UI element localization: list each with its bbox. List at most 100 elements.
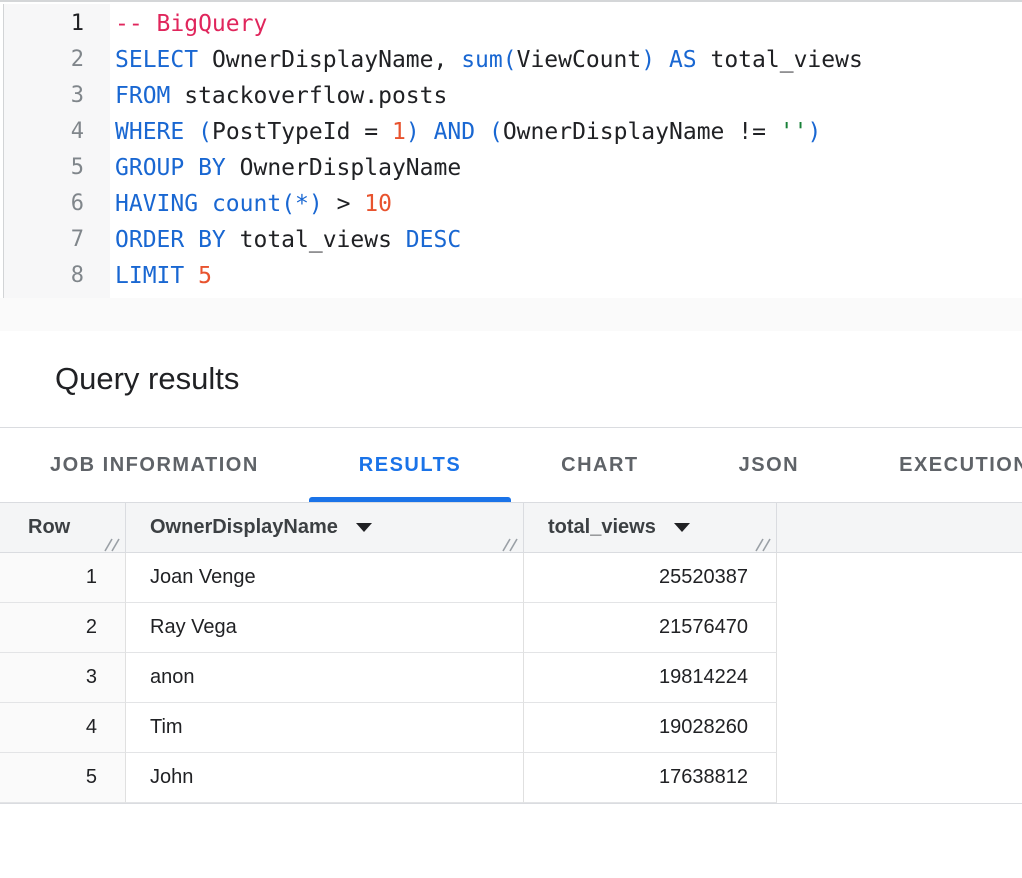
line-number: 2 [0,42,110,78]
row-filler-cell [777,553,1022,603]
line-number: 8 [0,258,110,294]
code-line: 2SELECT OwnerDisplayName, sum(ViewCount)… [0,42,1022,78]
sql-token-pl: ViewCount [517,47,642,73]
cell-ownerdisplayname: John [126,753,524,803]
table-bottom-border [0,803,1022,804]
results-table-header: Row OwnerDisplayName total_views [0,502,1022,553]
table-row: 5John17638812 [0,753,1022,803]
row-filler-cell [777,703,1022,753]
cell-total-views: 17638812 [524,753,777,803]
table-row: 2Ray Vega21576470 [0,603,1022,653]
sql-token-num: 5 [198,263,212,289]
line-number: 5 [0,150,110,186]
sql-token-num: 10 [364,191,392,217]
code-text: ORDER BY total_views DESC [110,222,461,258]
column-header-label: Row [28,516,70,539]
sql-token-kw: FROM [115,83,170,109]
cell-ownerdisplayname: anon [126,653,524,703]
line-number: 7 [0,222,110,258]
table-row: 4Tim19028260 [0,703,1022,753]
sql-token-pl: total_views [226,227,406,253]
column-resize-handle-icon[interactable] [755,535,771,550]
header-filler-cell [777,503,1022,552]
column-menu-dropdown-icon[interactable] [356,523,372,532]
code-text: GROUP BY OwnerDisplayName [110,150,461,186]
cell-ownerdisplayname: Joan Venge [126,553,524,603]
code-line: 4WHERE (PostTypeId = 1) AND (OwnerDispla… [0,114,1022,150]
sql-token-str: '' [780,119,808,145]
column-menu-dropdown-icon[interactable] [674,523,690,532]
column-header-label: OwnerDisplayName [150,516,338,539]
editor-bottom-strip [0,298,1022,331]
sql-token-kw: ORDER BY [115,227,226,253]
sql-token-kw: AND [434,119,476,145]
sql-token-kw: DESC [406,227,461,253]
sql-token-kw: count(*) [212,191,323,217]
column-header-ownerdisplayname: OwnerDisplayName [126,503,524,552]
code-line: 1-- BigQuery [0,6,1022,42]
row-filler-cell [777,653,1022,703]
sql-token-pl: OwnerDisplayName [226,155,461,181]
sql-token-pl [184,263,198,289]
table-row: 1Joan Venge25520387 [0,553,1022,603]
code-text: FROM stackoverflow.posts [110,78,447,114]
sql-token-kw: ( [198,119,212,145]
sql-token-num: 1 [392,119,406,145]
sql-token-pl [184,119,198,145]
sql-token-kw: WHERE [115,119,184,145]
column-header-label: total_views [548,516,656,539]
code-text: WHERE (PostTypeId = 1) AND (OwnerDisplay… [110,114,821,150]
tab-results[interactable]: RESULTS [309,429,511,502]
line-number: 3 [0,78,110,114]
code-text: -- BigQuery [110,6,267,42]
sql-editor[interactable]: 1-- BigQuery2SELECT OwnerDisplayName, su… [0,0,1022,331]
code-line: 8LIMIT 5 [0,258,1022,294]
sql-token-kw: ) [406,119,420,145]
query-results-panel-header: Query results [0,331,1022,428]
sql-token-pl [198,191,212,217]
line-number: 6 [0,186,110,222]
column-resize-handle-icon[interactable] [502,535,518,550]
results-table-body: 1Joan Venge255203872Ray Vega215764703ano… [0,553,1022,803]
sql-token-kw: GROUP BY [115,155,226,181]
cell-row-number: 5 [0,753,126,803]
cell-row-number: 2 [0,603,126,653]
code-lines: 1-- BigQuery2SELECT OwnerDisplayName, su… [0,6,1022,294]
cell-row-number: 1 [0,553,126,603]
tab-execution-details[interactable]: EXECUTION DETAILS [849,429,1022,502]
sql-token-com: -- BigQuery [115,11,267,37]
line-number: 4 [0,114,110,150]
cell-row-number: 3 [0,653,126,703]
sql-token-kw: ( [489,119,503,145]
row-filler-cell [777,753,1022,803]
sql-token-kw: ) [807,119,821,145]
column-header-total-views: total_views [524,503,777,552]
code-line: 5GROUP BY OwnerDisplayName [0,150,1022,186]
sql-token-kw: AS [669,47,697,73]
code-text: SELECT OwnerDisplayName, sum(ViewCount) … [110,42,863,78]
results-table: Row OwnerDisplayName total_views 1Joan Ven… [0,502,1022,803]
code-text: HAVING count(*) > 10 [110,186,392,222]
code-line: 3FROM stackoverflow.posts [0,78,1022,114]
table-row: 3anon19814224 [0,653,1022,703]
results-tab-bar: JOB INFORMATIONRESULTSCHARTJSONEXECUTION… [0,429,1022,502]
sql-token-pl [420,119,434,145]
sql-token-kw: LIMIT [115,263,184,289]
cell-ownerdisplayname: Ray Vega [126,603,524,653]
tab-chart[interactable]: CHART [511,429,689,502]
sql-token-kw: HAVING [115,191,198,217]
sql-token-kw: ) [641,47,655,73]
sql-token-pl: > [323,191,365,217]
code-text: LIMIT 5 [110,258,212,294]
tab-job-information[interactable]: JOB INFORMATION [0,429,309,502]
sql-token-pl: PostTypeId = [212,119,392,145]
cell-total-views: 21576470 [524,603,777,653]
cell-total-views: 19814224 [524,653,777,703]
sql-token-pl [655,47,669,73]
sql-token-pl: stackoverflow.posts [170,83,447,109]
sql-token-pl [475,119,489,145]
column-resize-handle-icon[interactable] [104,535,120,550]
tab-json[interactable]: JSON [689,429,849,502]
line-number: 1 [0,6,110,42]
cell-total-views: 25520387 [524,553,777,603]
